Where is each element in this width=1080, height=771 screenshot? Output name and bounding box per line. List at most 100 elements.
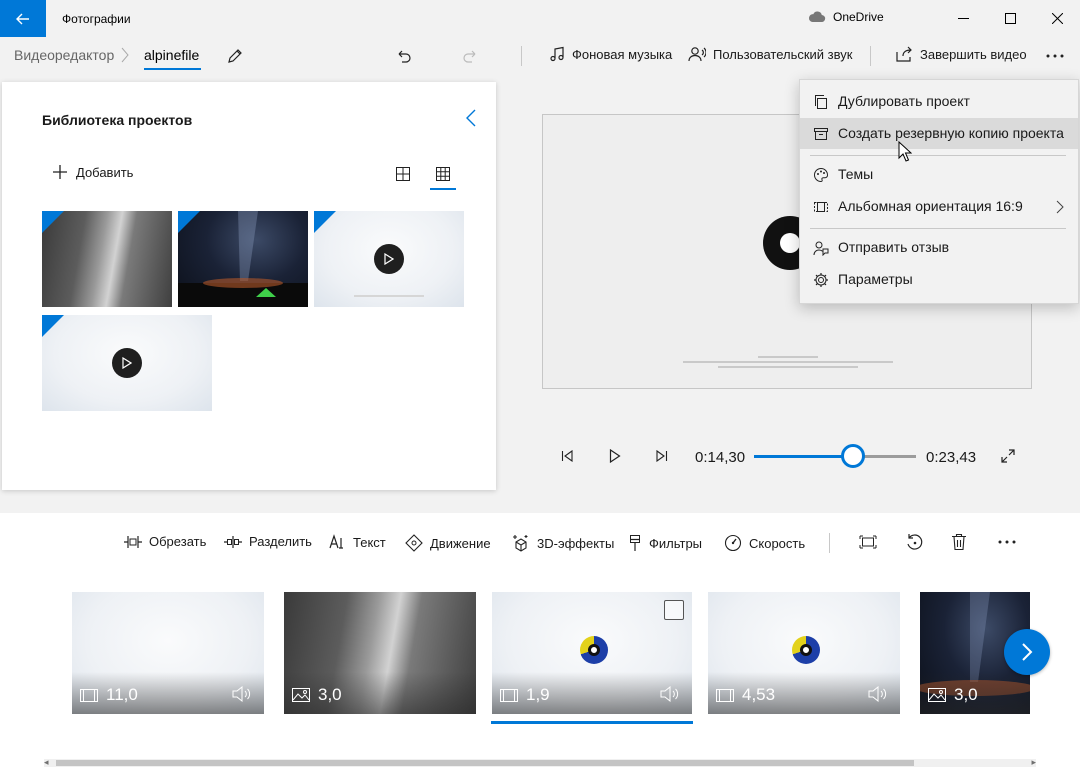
video-clip-icon bbox=[500, 688, 518, 702]
split-button[interactable]: Разделить bbox=[224, 534, 312, 549]
rotate-icon bbox=[907, 534, 923, 550]
split-label: Разделить bbox=[249, 534, 312, 549]
onedrive-status[interactable]: OneDrive bbox=[808, 10, 884, 24]
scroll-right-arrow-icon[interactable]: ▸ bbox=[1031, 757, 1036, 768]
image-clip-icon bbox=[928, 688, 946, 702]
library-media-item[interactable] bbox=[178, 211, 308, 307]
video-clip-icon bbox=[716, 688, 734, 702]
view-selected-indicator bbox=[430, 188, 456, 190]
breadcrumb-root[interactable]: Видеоредактор bbox=[14, 47, 114, 63]
menu-item-backup-project[interactable]: Создать резервную копию проекта bbox=[800, 118, 1078, 149]
speaker-icon[interactable] bbox=[232, 686, 252, 702]
speed-button[interactable]: Скорость bbox=[724, 534, 805, 552]
play-icon bbox=[122, 357, 132, 369]
project-library-panel: Библиотека проектов Добавить bbox=[2, 82, 496, 490]
more-options-button[interactable] bbox=[1042, 43, 1068, 69]
clip-duration: 3,0 bbox=[928, 685, 978, 705]
motion-button[interactable]: Движение bbox=[405, 534, 491, 552]
storyboard-clip[interactable]: 3,0 bbox=[284, 592, 476, 714]
text-icon bbox=[329, 534, 343, 549]
more-horizontal-icon bbox=[1046, 54, 1064, 58]
finish-video-label: Завершить видео bbox=[920, 46, 1027, 62]
speaker-icon[interactable] bbox=[868, 686, 888, 702]
3d-effects-button[interactable]: 3D-эффекты bbox=[512, 534, 614, 552]
storyboard-clip[interactable]: 11,0 bbox=[72, 592, 264, 714]
breadcrumb-current: alpinefile bbox=[144, 47, 200, 63]
custom-audio-label: Пользовательский звук bbox=[713, 46, 853, 62]
small-grid-view-button[interactable] bbox=[432, 163, 454, 185]
undo-button[interactable] bbox=[390, 43, 416, 69]
seek-slider[interactable] bbox=[754, 455, 916, 458]
library-media-item[interactable] bbox=[314, 211, 464, 307]
storyboard-scrollbar[interactable]: ◂ ▸ bbox=[44, 757, 1036, 768]
rename-button[interactable] bbox=[222, 43, 248, 69]
background-music-button[interactable]: Фоновая музыка bbox=[549, 46, 672, 62]
app-title: Фотографии bbox=[62, 11, 131, 26]
step-forward-icon bbox=[656, 450, 668, 462]
clip-select-checkbox[interactable] bbox=[664, 600, 684, 620]
clip-selected-indicator bbox=[491, 721, 693, 724]
play-button[interactable] bbox=[604, 445, 626, 467]
scrollbar-thumb[interactable] bbox=[56, 760, 914, 766]
menu-item-settings[interactable]: Параметры bbox=[800, 264, 1078, 295]
storyboard-clip[interactable]: 4,53 bbox=[708, 592, 900, 714]
minimize-button[interactable] bbox=[940, 0, 986, 37]
title-bar: Фотографии OneDrive bbox=[0, 0, 1080, 37]
close-button[interactable] bbox=[1034, 0, 1080, 37]
rotate-button[interactable] bbox=[903, 531, 925, 553]
onedrive-label: OneDrive bbox=[833, 10, 884, 24]
delete-button[interactable] bbox=[948, 531, 970, 553]
chevron-right-icon bbox=[1056, 200, 1064, 214]
large-grid-view-button[interactable] bbox=[392, 163, 414, 185]
maximize-button[interactable] bbox=[987, 0, 1033, 37]
clip-duration-value: 11,0 bbox=[106, 685, 138, 704]
clip-duration-value: 3,0 bbox=[954, 685, 978, 704]
archive-icon bbox=[812, 125, 830, 143]
trim-label: Обрезать bbox=[149, 534, 207, 549]
clip-logo bbox=[792, 636, 820, 664]
library-media-item[interactable] bbox=[42, 211, 172, 307]
custom-audio-button[interactable]: Пользовательский звук bbox=[688, 46, 852, 62]
resize-button[interactable] bbox=[857, 531, 879, 553]
minimize-icon bbox=[957, 18, 969, 19]
grid-small-icon bbox=[436, 167, 450, 181]
menu-item-themes[interactable]: Темы bbox=[800, 159, 1078, 190]
finish-video-button[interactable]: Завершить видео bbox=[896, 46, 1027, 62]
clip-duration: 11,0 bbox=[80, 685, 138, 705]
menu-item-aspect-ratio[interactable]: Альбомная ориентация 16:9 bbox=[800, 191, 1078, 222]
back-button[interactable] bbox=[0, 0, 46, 37]
redo-button[interactable] bbox=[458, 43, 484, 69]
expand-icon bbox=[1001, 449, 1015, 463]
library-media-item[interactable] bbox=[42, 315, 212, 411]
play-icon bbox=[609, 449, 621, 463]
storyboard-more-button[interactable] bbox=[996, 531, 1018, 553]
pencil-icon bbox=[228, 49, 242, 63]
previous-frame-button[interactable] bbox=[556, 445, 578, 467]
storyboard-clip-selected[interactable]: 1,9 bbox=[492, 592, 692, 714]
speaker-icon[interactable] bbox=[660, 686, 680, 702]
text-button[interactable]: Текст bbox=[328, 534, 386, 550]
scroll-clips-next-button[interactable] bbox=[1004, 629, 1050, 675]
next-frame-button[interactable] bbox=[651, 445, 673, 467]
collapse-library-button[interactable] bbox=[466, 109, 476, 127]
media-badge-corner bbox=[178, 211, 200, 233]
media-badge-corner bbox=[42, 315, 64, 337]
fullscreen-button[interactable] bbox=[997, 445, 1019, 467]
trim-button[interactable]: Обрезать bbox=[124, 534, 206, 549]
seek-thumb[interactable] bbox=[840, 444, 865, 468]
seek-progress bbox=[754, 455, 853, 458]
clip-duration-value: 1,9 bbox=[526, 685, 550, 704]
preview-fine-print bbox=[673, 353, 903, 375]
filters-button[interactable]: Фильтры bbox=[628, 534, 702, 552]
menu-item-send-feedback[interactable]: Отправить отзыв bbox=[800, 232, 1078, 263]
menu-separator bbox=[810, 155, 1066, 156]
paint-brush-icon bbox=[630, 535, 640, 551]
scroll-left-arrow-icon[interactable]: ◂ bbox=[44, 757, 49, 768]
command-bar: Видеоредактор alpinefile Фоновая музыка … bbox=[0, 37, 1080, 75]
current-time: 0:14,30 bbox=[695, 449, 746, 466]
menu-item-label: Темы bbox=[838, 166, 874, 182]
media-badge-corner bbox=[42, 211, 64, 233]
menu-item-duplicate-project[interactable]: Дублировать проект bbox=[800, 86, 1078, 117]
add-media-button[interactable]: Добавить bbox=[52, 164, 133, 180]
feedback-icon bbox=[812, 239, 830, 257]
